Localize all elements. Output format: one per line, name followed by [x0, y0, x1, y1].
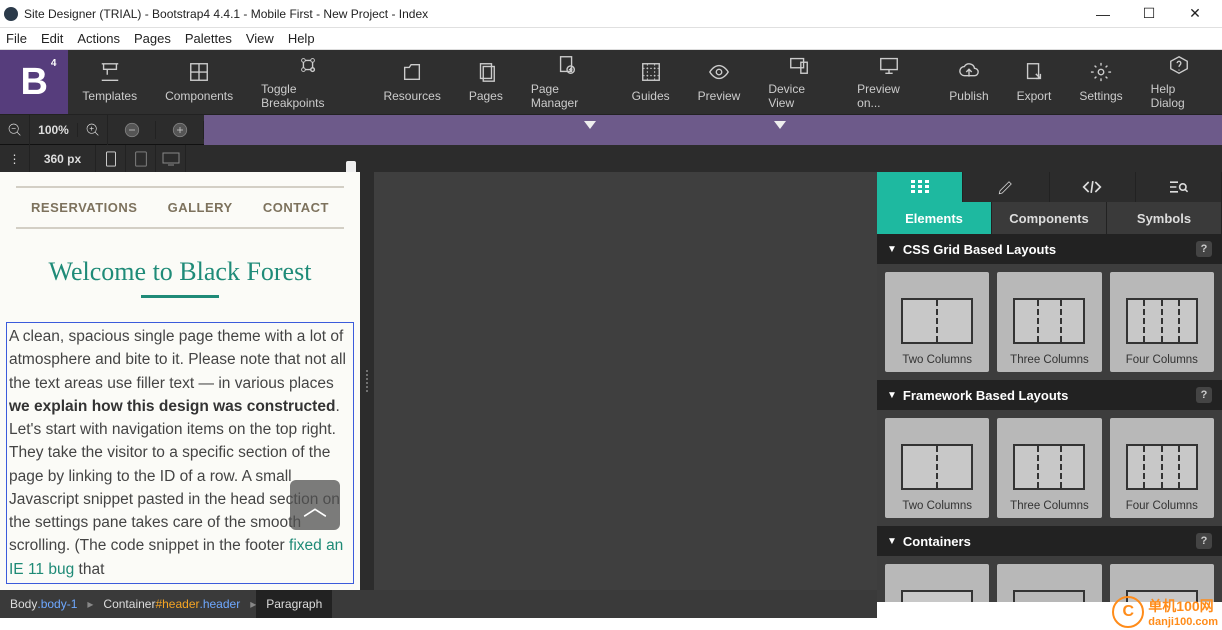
help-icon[interactable]: ?	[1196, 241, 1212, 257]
device-view-button[interactable]: Device View	[754, 50, 843, 114]
guides-button[interactable]: Guides	[618, 50, 684, 114]
crumb-container[interactable]: Container#header.header	[93, 590, 250, 618]
nav-gallery[interactable]: GALLERY	[168, 200, 233, 215]
resources-button[interactable]: Resources	[369, 50, 454, 114]
preview-on-button[interactable]: Preview on...	[843, 50, 935, 114]
card-three-columns[interactable]: Three Columns	[997, 272, 1101, 372]
tab-symbols[interactable]: Symbols	[1107, 202, 1222, 234]
tablet-view-button[interactable]	[126, 145, 156, 173]
menu-palettes[interactable]: Palettes	[185, 31, 232, 46]
canvas-empty-area	[374, 172, 877, 590]
page-manager-button[interactable]: Page Manager	[517, 50, 618, 114]
tab-components[interactable]: Components	[992, 202, 1107, 234]
crumb-body[interactable]: Body.body-1	[0, 590, 87, 618]
card-four-columns[interactable]: Four Columns	[1110, 272, 1214, 372]
components-button[interactable]: Components	[151, 50, 247, 114]
publish-button[interactable]: Publish	[935, 50, 1002, 114]
export-button[interactable]: Export	[1003, 50, 1066, 114]
pages-button[interactable]: Pages	[455, 50, 517, 114]
search-tab[interactable]	[1136, 172, 1222, 202]
card-three-columns-fw[interactable]: Three Columns	[997, 418, 1101, 518]
breadcrumb: Body.body-1▸ Container#header.header▸ Pa…	[0, 590, 877, 618]
canvas-width[interactable]: 360 px	[30, 145, 96, 173]
right-panel: Elements Components Symbols ▼CSS Grid Ba…	[877, 172, 1222, 602]
zoom-plus-button[interactable]	[156, 121, 204, 139]
nav-contact[interactable]: CONTACT	[263, 200, 329, 215]
card-html-element[interactable]: </>HTMLHTML Element	[997, 564, 1101, 602]
toggle-breakpoints-button[interactable]: Toggle Breakpoints	[247, 50, 369, 114]
paragraph-text: A clean, spacious single page theme with…	[9, 328, 346, 392]
card-four-columns-fw[interactable]: Four Columns	[1110, 418, 1214, 518]
layout-tab[interactable]	[877, 172, 963, 202]
section-css-grid[interactable]: ▼CSS Grid Based Layouts?	[877, 234, 1222, 264]
maximize-button[interactable]: ☐	[1126, 0, 1172, 28]
main-toolbar: B4 Templates Components Toggle Breakpoin…	[0, 50, 1222, 114]
menu-view[interactable]: View	[246, 31, 274, 46]
nav-reservations[interactable]: RESERVATIONS	[31, 200, 137, 215]
preview-button[interactable]: Preview	[684, 50, 755, 114]
section-framework[interactable]: ▼Framework Based Layouts?	[877, 380, 1222, 410]
close-button[interactable]: ✕	[1172, 0, 1218, 28]
zoom-in-button[interactable]	[78, 115, 108, 145]
zoom-minus-button[interactable]	[108, 121, 156, 139]
page-nav: RESERVATIONS GALLERY CONTACT	[16, 186, 344, 229]
help-icon[interactable]: ?	[1196, 533, 1212, 549]
app-icon	[4, 7, 18, 21]
canvas-resize-handle[interactable]	[360, 172, 374, 590]
window-title: Site Designer (TRIAL) - Bootstrap4 4.4.1…	[24, 7, 1080, 21]
scroll-top-button[interactable]: ︿	[290, 480, 340, 530]
selected-paragraph[interactable]: A clean, spacious single page theme with…	[6, 322, 354, 584]
bootstrap-logo: B4	[0, 50, 68, 114]
width-menu-icon[interactable]: ⋮	[0, 145, 30, 173]
breakpoint-marker-icon	[774, 121, 786, 129]
settings-button[interactable]: Settings	[1065, 50, 1136, 114]
zoom-out-button[interactable]	[0, 115, 30, 145]
width-bar: ⋮ 360 px	[0, 144, 1222, 172]
card-two-columns[interactable]: Two Columns	[885, 272, 989, 372]
mobile-view-button[interactable]	[96, 145, 126, 173]
paragraph-text: . Let's start with navigation items on t…	[9, 398, 340, 555]
section-containers[interactable]: ▼Containers?	[877, 526, 1222, 556]
menu-edit[interactable]: Edit	[41, 31, 63, 46]
heading-underline	[141, 295, 219, 298]
card-container-div[interactable]: ContainerDiv	[885, 564, 989, 602]
menu-actions[interactable]: Actions	[77, 31, 120, 46]
templates-button[interactable]: Templates	[68, 50, 151, 114]
breakpoint-marker-icon	[584, 121, 596, 129]
window-titlebar: Site Designer (TRIAL) - Bootstrap4 4.4.1…	[0, 0, 1222, 28]
paragraph-text: that	[74, 561, 104, 578]
minimize-button[interactable]: —	[1080, 0, 1126, 28]
menu-bar: File Edit Actions Pages Palettes View He…	[0, 28, 1222, 50]
zoom-bar: 100%	[0, 114, 1222, 144]
code-tab[interactable]	[1050, 172, 1136, 202]
menu-pages[interactable]: Pages	[134, 31, 171, 46]
card-two-columns-fw[interactable]: Two Columns	[885, 418, 989, 518]
menu-help[interactable]: Help	[288, 31, 315, 46]
help-icon[interactable]: ?	[1196, 387, 1212, 403]
tab-elements[interactable]: Elements	[877, 202, 992, 234]
menu-file[interactable]: File	[6, 31, 27, 46]
crumb-paragraph[interactable]: Paragraph	[256, 590, 332, 618]
zoom-value[interactable]: 100%	[30, 123, 78, 137]
paragraph-bold: we explain how this design was construct…	[9, 398, 335, 415]
page-heading[interactable]: Welcome to Black Forest	[6, 257, 354, 287]
help-dialog-button[interactable]: Help Dialog	[1137, 50, 1222, 114]
desktop-view-button[interactable]	[156, 145, 186, 173]
style-tab[interactable]	[963, 172, 1049, 202]
breakpoint-track[interactable]	[204, 115, 1222, 145]
design-canvas[interactable]: RESERVATIONS GALLERY CONTACT Welcome to …	[0, 172, 360, 590]
watermark: C 单机100网danji100.com	[1112, 596, 1218, 628]
